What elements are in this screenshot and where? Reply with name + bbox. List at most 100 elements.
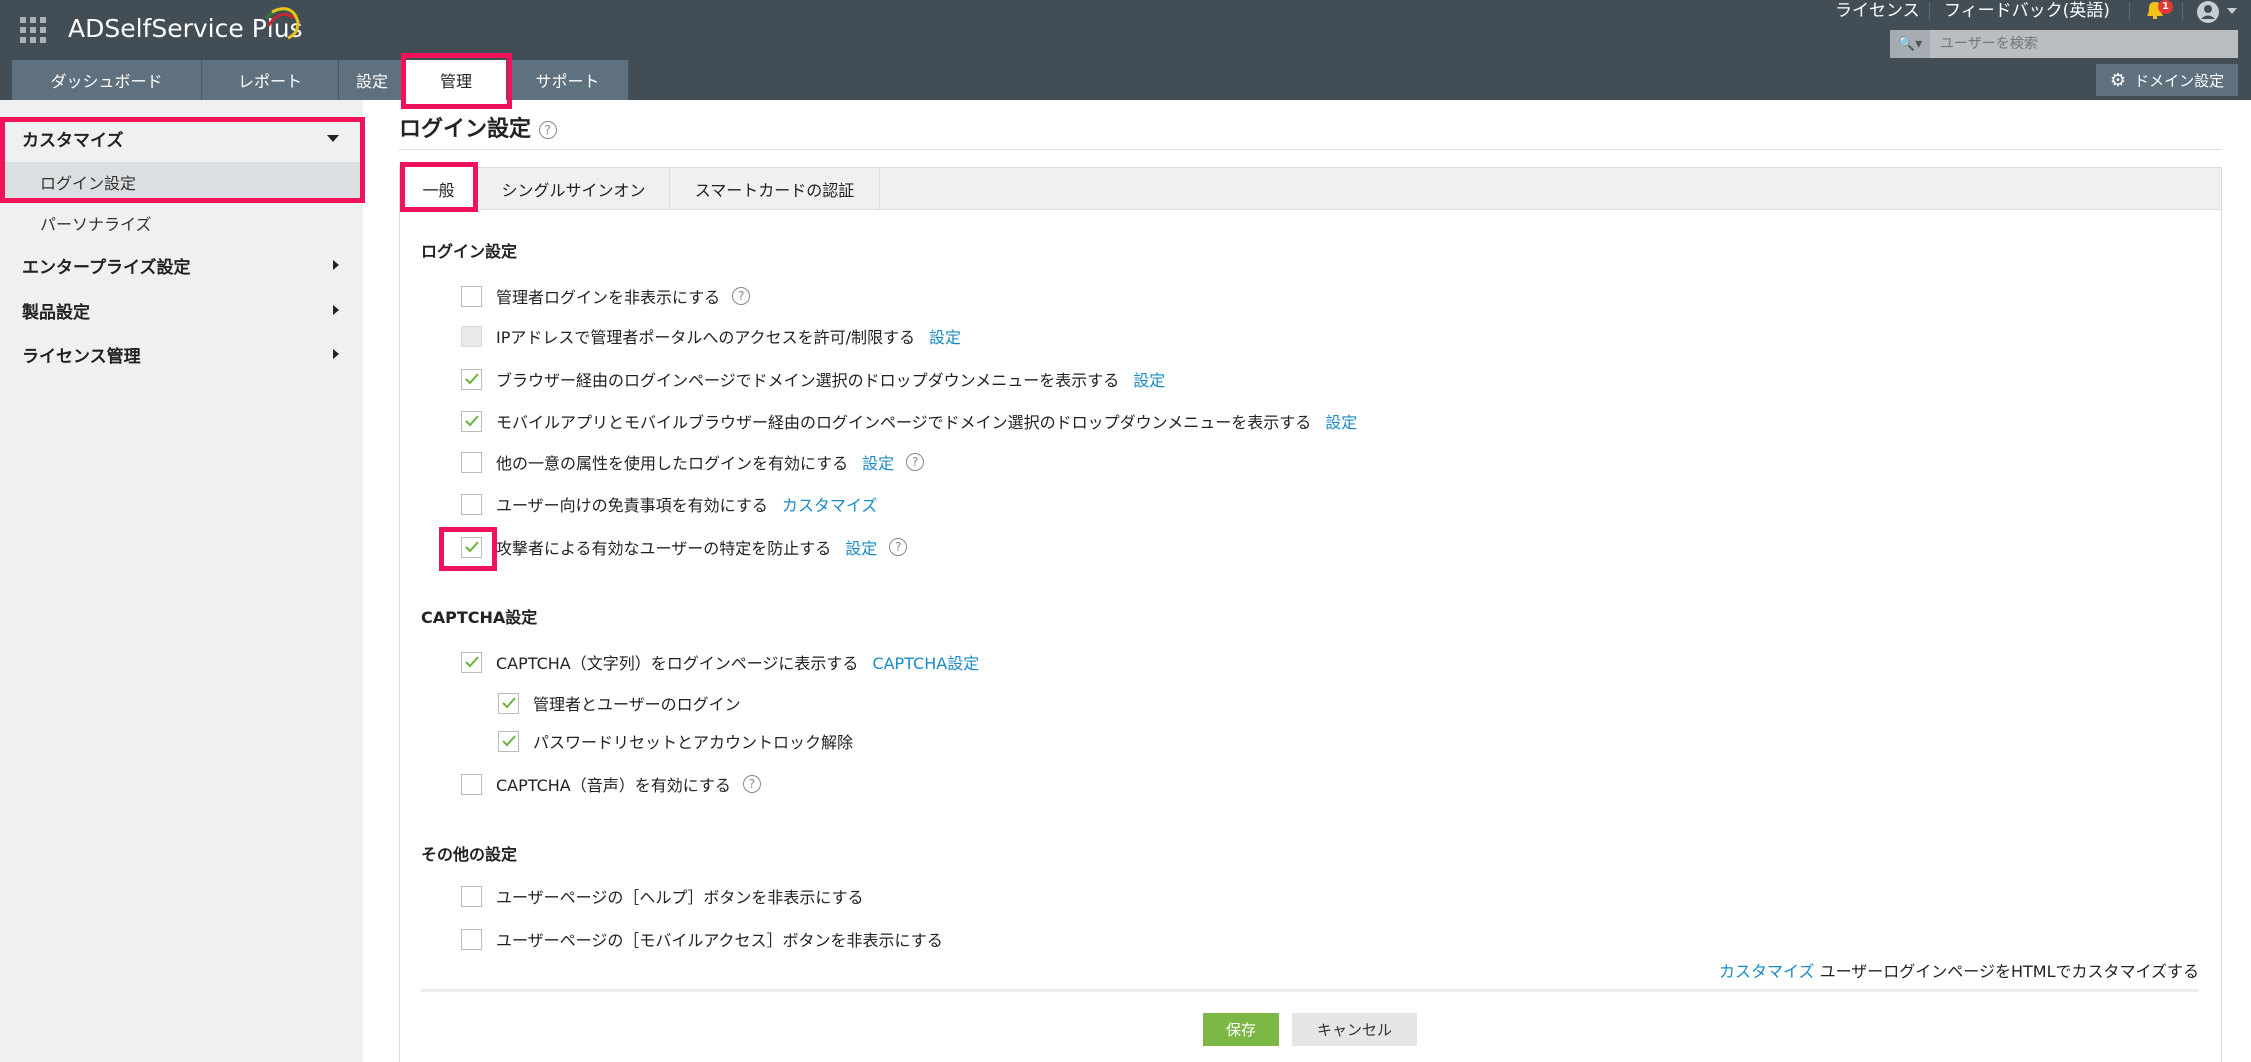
html-customize-row: カスタマイズ ユーザーログインページをHTMLでカスタマイズする: [1719, 958, 2199, 982]
checkbox-row: CAPTCHA（文字列）をログインページに表示する CAPTCHA設定: [461, 648, 979, 676]
settings-link[interactable]: カスタマイズ: [782, 492, 878, 516]
checkbox[interactable]: [461, 285, 482, 307]
check-icon: [464, 415, 479, 427]
sidebar-item-license[interactable]: ライセンス管理: [0, 337, 363, 371]
checkbox[interactable]: [461, 651, 482, 673]
check-icon: [464, 541, 479, 553]
separator: [1929, 2, 1930, 20]
settings-link[interactable]: 設定: [862, 450, 894, 474]
checkbox-label: ユーザーページの［モバイルアクセス］ボタンを非表示にする: [496, 931, 943, 950]
tab-reports[interactable]: レポート: [202, 60, 339, 100]
checkbox[interactable]: [461, 451, 482, 473]
checkbox[interactable]: [498, 730, 519, 752]
settings-link[interactable]: 設定: [1133, 367, 1165, 391]
settings-link[interactable]: 設定: [1325, 409, 1357, 433]
checkbox-row: 攻撃者による有効なユーザーの特定を防止する 設定?: [461, 533, 908, 561]
checkbox-row: 管理者とユーザーのログイン: [498, 689, 741, 717]
user-avatar-icon[interactable]: [2196, 0, 2220, 24]
settings-link[interactable]: 設定: [845, 535, 877, 559]
feedback-link[interactable]: フィードバック(英語): [1944, 0, 2110, 22]
checkbox-label: ブラウザー経由のログインページでドメイン選択のドロップダウンメニューを表示する: [496, 371, 1120, 390]
checkbox[interactable]: [461, 928, 482, 950]
checkbox-label: ユーザー向けの免責事項を有効にする: [496, 496, 768, 515]
checkbox-label: 管理者ログインを非表示にする: [496, 288, 721, 307]
tab-configuration[interactable]: 設定: [339, 60, 406, 100]
checkbox[interactable]: [461, 885, 482, 907]
check-icon: [501, 697, 516, 709]
settings-link[interactable]: CAPTCHA設定: [872, 650, 979, 674]
page-title-text: ログイン設定: [399, 117, 532, 142]
checkbox-row: 管理者ログインを非表示にする?: [461, 282, 751, 310]
page-title: ログイン設定 ?: [399, 111, 557, 143]
checkbox-row: ユーザーページの［ヘルプ］ボタンを非表示にする: [461, 882, 864, 910]
checkbox-row: ブラウザー経由のログインページでドメイン選択のドロップダウンメニューを表示する設…: [461, 365, 1165, 393]
sidebar-item-personalize[interactable]: パーソナライズ: [0, 206, 363, 240]
html-customize-text: ユーザーログインページをHTMLでカスタマイズする: [1819, 962, 2199, 981]
search-icon[interactable]: 🔍▾: [1890, 30, 1930, 58]
checkbox[interactable]: [461, 493, 482, 515]
tab-admin[interactable]: 管理: [406, 60, 507, 100]
html-customize-link[interactable]: カスタマイズ: [1719, 962, 1815, 981]
tab-general[interactable]: 一般: [400, 167, 478, 210]
checkbox-row: ユーザーページの［モバイルアクセス］ボタンを非表示にする: [461, 925, 943, 953]
sidebar-item-label: カスタマイズ: [22, 130, 124, 151]
sidebar: [0, 100, 363, 1062]
chevron-down-icon[interactable]: [2227, 8, 2237, 14]
gear-icon: ⚙: [2109, 69, 2127, 91]
help-icon[interactable]: ?: [538, 121, 557, 139]
sidebar-item-label: 製品設定: [22, 302, 90, 323]
checkbox[interactable]: [461, 773, 482, 795]
separator: [2129, 2, 2130, 20]
section-title-login: ログイン設定: [421, 242, 518, 261]
check-icon: [464, 373, 479, 385]
divider: [399, 149, 2222, 150]
checkbox-label: 他の一意の属性を使用したログインを有効にする: [496, 454, 849, 473]
help-icon[interactable]: ?: [732, 287, 751, 305]
sidebar-item-label: エンタープライズ設定: [22, 257, 191, 278]
section-title-other: その他の設定: [421, 845, 518, 864]
caret-down-icon: [327, 134, 339, 142]
sidebar-item-customize[interactable]: カスタマイズ: [0, 118, 363, 158]
license-link[interactable]: ライセンス: [1835, 0, 1920, 22]
logo-arc-icon: [264, 7, 300, 40]
caret-right-icon: [333, 305, 339, 315]
checkbox[interactable]: [498, 692, 519, 714]
tab-sso[interactable]: シングルサインオン: [478, 167, 670, 210]
help-icon[interactable]: ?: [906, 453, 925, 471]
checkbox-label: モバイルアプリとモバイルブラウザー経由のログインページでドメイン選択のドロップダ…: [496, 413, 1312, 432]
checkbox[interactable]: [461, 536, 482, 558]
checkbox-label: 攻撃者による有効なユーザーの特定を防止する: [496, 539, 832, 558]
checkbox-label: ユーザーページの［ヘルプ］ボタンを非表示にする: [496, 888, 864, 907]
checkbox-label: IPアドレスで管理者ポータルへのアクセスを許可/制限する: [496, 328, 915, 347]
checkbox[interactable]: [461, 410, 482, 432]
tab-support[interactable]: サポート: [507, 60, 629, 100]
divider: [421, 989, 2199, 992]
caret-right-icon: [333, 349, 339, 359]
check-icon: [464, 656, 479, 668]
checkbox-row: パスワードリセットとアカウントロック解除: [498, 727, 853, 755]
save-button[interactable]: 保存: [1203, 1013, 1279, 1046]
domain-settings-button[interactable]: ⚙ ドメイン設定: [2096, 64, 2238, 96]
sidebar-item-product[interactable]: 製品設定: [0, 293, 363, 327]
cancel-button[interactable]: キャンセル: [1292, 1013, 1417, 1046]
notification-badge: 1: [2158, 0, 2173, 14]
checkbox-row: 他の一意の属性を使用したログインを有効にする 設定?: [461, 448, 925, 476]
help-icon[interactable]: ?: [742, 775, 761, 793]
checkbox-row: CAPTCHA（音声）を有効にする?: [461, 770, 761, 798]
sidebar-item-enterprise[interactable]: エンタープライズ設定: [0, 248, 363, 282]
top-header: ADSelfService Plus ダッシュボード レポート 設定 管理 サポ…: [0, 0, 2251, 100]
tab-smartcard[interactable]: スマートカードの認証: [670, 167, 880, 210]
checkbox-label: CAPTCHA（音声）を有効にする: [496, 776, 731, 795]
settings-link[interactable]: 設定: [929, 324, 961, 348]
user-search: 🔍▾: [1890, 30, 2238, 58]
checkbox[interactable]: [461, 325, 482, 347]
section-title-captcha: CAPTCHA設定: [421, 608, 538, 627]
check-icon: [501, 735, 516, 747]
app-grid-icon[interactable]: [20, 17, 46, 43]
checkbox-row: モバイルアプリとモバイルブラウザー経由のログインページでドメイン選択のドロップダ…: [461, 407, 1357, 435]
sidebar-item-login-settings[interactable]: ログイン設定: [0, 162, 363, 202]
help-icon[interactable]: ?: [889, 538, 908, 556]
search-input[interactable]: [1930, 36, 2230, 52]
tab-dashboard[interactable]: ダッシュボード: [12, 60, 202, 100]
checkbox[interactable]: [461, 368, 482, 390]
